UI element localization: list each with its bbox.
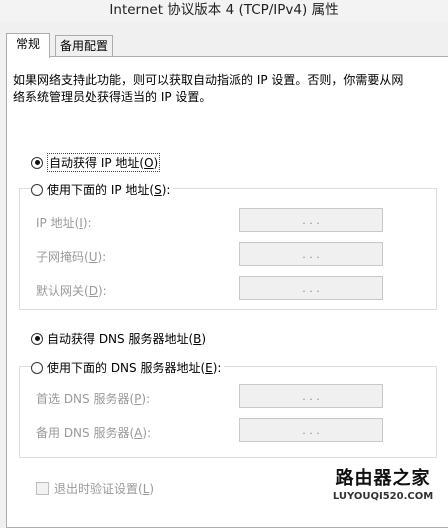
manual-ip-radio-label: 使用下面的 IP 地址(S): — [47, 183, 171, 197]
validate-on-exit-label: 退出时验证设置(L) — [54, 482, 155, 496]
manual-dns-radio[interactable]: 使用下面的 DNS 服务器地址(E): — [31, 359, 225, 376]
default-gateway-label: 默认网关(D): — [36, 284, 107, 298]
ip-address-label: IP 地址(I): — [36, 216, 92, 230]
alternate-dns-label: 备用 DNS 服务器(A): — [36, 426, 152, 440]
preferred-dns-input[interactable]: . . . — [239, 384, 383, 408]
auto-dns-radio-label: 自动获得 DNS 服务器地址(B) — [47, 332, 207, 346]
auto-dns-radio[interactable]: 自动获得 DNS 服务器地址(B) — [31, 330, 210, 347]
watermark-text-en: LUYOUQI520.COM — [332, 491, 434, 502]
ip-address-input[interactable]: . . . — [239, 208, 383, 232]
watermark-logo: 路由器之家 LUYOUQI520.COM — [318, 468, 448, 511]
alternate-dns-input[interactable]: . . . — [239, 418, 383, 442]
auto-ip-radio-label: 自动获得 IP 地址(O) — [47, 153, 161, 172]
radio-unselected-icon — [31, 183, 43, 196]
manual-dns-radio-label: 使用下面的 DNS 服务器地址(E): — [47, 361, 222, 375]
manual-ip-radio[interactable]: 使用下面的 IP 地址(S): — [31, 181, 174, 198]
default-gateway-input[interactable]: . . . — [239, 276, 383, 300]
radio-selected-icon — [31, 332, 43, 345]
manual-dns-group — [19, 366, 437, 458]
subnet-mask-input[interactable]: . . . — [239, 242, 383, 266]
radio-unselected-icon — [31, 361, 43, 374]
validate-on-exit-checkbox[interactable]: 退出时验证设置(L) — [36, 480, 154, 497]
radio-selected-icon — [31, 156, 43, 169]
auto-ip-radio[interactable]: 自动获得 IP 地址(O) — [31, 153, 164, 172]
subnet-mask-label: 子网掩码(U): — [36, 250, 107, 264]
tab-alternate-configuration[interactable]: 备用配置 — [55, 35, 113, 58]
window-title: Internet 协议版本 4 (TCP/IPv4) 属性 — [0, 0, 448, 22]
tab-general[interactable]: 常规 — [6, 33, 50, 58]
description-text: 如果网络支持此功能，则可以获取自动指派的 IP 设置。否则，你需要从网 络系统管… — [13, 73, 404, 104]
watermark-text-cn: 路由器之家 — [335, 468, 431, 489]
checkbox-icon — [36, 482, 49, 495]
preferred-dns-label: 首选 DNS 服务器(P): — [36, 392, 151, 406]
